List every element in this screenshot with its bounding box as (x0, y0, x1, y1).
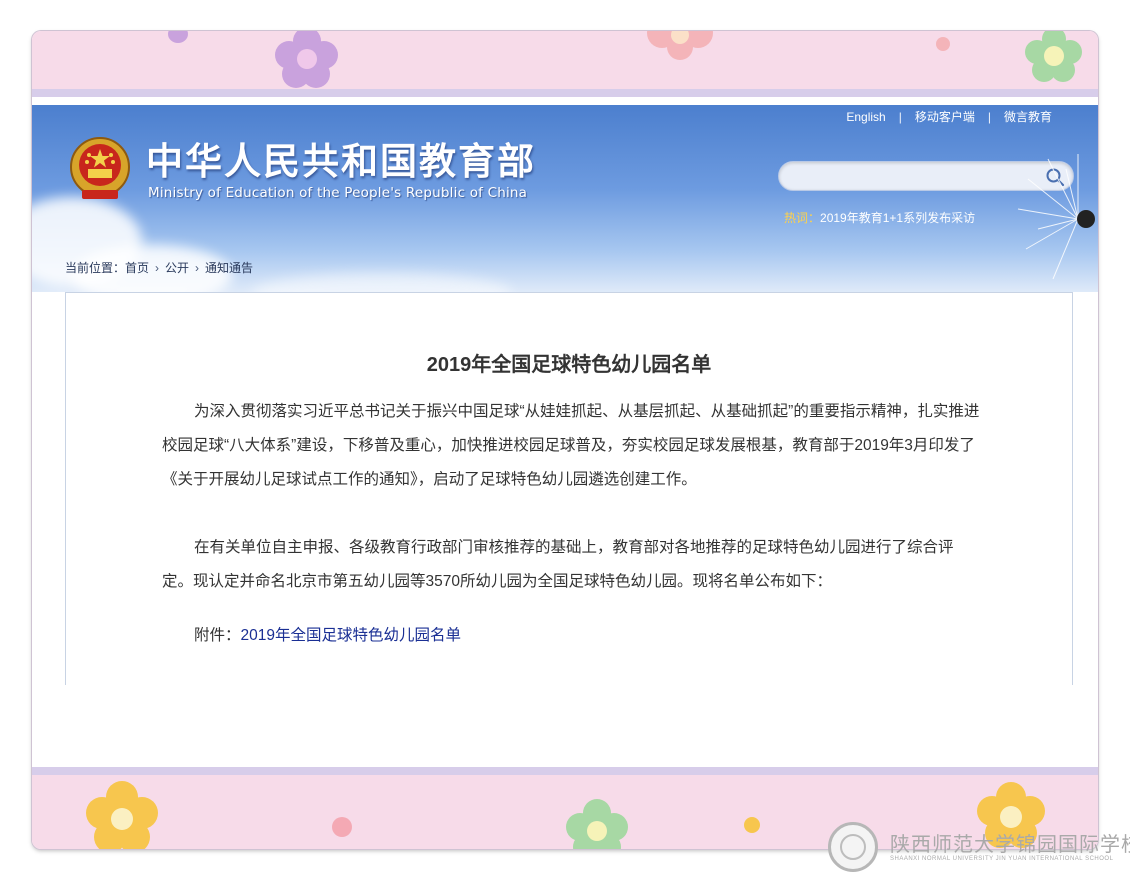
flower-decoration (1025, 31, 1082, 82)
site-subtitle: Ministry of Education of the People's Re… (148, 185, 528, 201)
hot-words-link[interactable]: 2019年教育1+1系列发布采访 (820, 211, 975, 225)
site-title: 中华人民共和国教育部 (146, 140, 536, 183)
chevron-right-icon: › (195, 261, 200, 275)
school-name: 陕西师范大学锦园国际学校 (890, 832, 1130, 856)
hot-words: 热词：2019年教育1+1系列发布采访 (784, 209, 975, 226)
school-watermark: 陕西师范大学锦园国际学校 SHAANXI NORMAL UNIVERSITY J… (828, 820, 1130, 874)
link-weiyan-education[interactable]: 微言教育 (1004, 108, 1052, 125)
flower-decoration (86, 781, 158, 849)
link-mobile-client[interactable]: 移动客户端 (915, 108, 975, 125)
search-input[interactable] (791, 166, 1031, 186)
top-stripe (32, 89, 1098, 97)
top-decoration (32, 31, 1098, 97)
breadcrumb-item-notices[interactable]: 通知通告 (205, 261, 253, 275)
bottom-stripe (32, 767, 1098, 775)
article-body: 为深入贯彻落实习近平总书记关于振兴中国足球“从娃娃抓起、从基层抓起、从基础抓起”… (162, 395, 982, 599)
hot-words-label: 热词： (784, 211, 821, 225)
article-panel: 2019年全国足球特色幼儿园名单 为深入贯彻落实习近平总书记关于振兴中国足球“从… (65, 292, 1073, 685)
breadcrumb-prefix: 当前位置： (65, 261, 126, 275)
breadcrumb-item-home[interactable]: 首页 (125, 261, 149, 275)
article-paragraph: 为深入贯彻落实习近平总书记关于振兴中国足球“从娃娃抓起、从基层抓起、从基础抓起”… (162, 403, 980, 488)
flower-decoration (566, 799, 628, 849)
national-emblem-icon (70, 137, 130, 199)
page-frame: 中华人民共和国教育部 Ministry of Education of the … (32, 31, 1098, 849)
dot-decoration (936, 37, 950, 51)
school-seal-icon (828, 822, 878, 872)
breadcrumb-item-public[interactable]: 公开 (165, 261, 189, 275)
cloud-decoration (252, 273, 512, 292)
dot-decoration (168, 31, 188, 43)
article-paragraph: 在有关单位自主申报、各级教育行政部门审核推荐的基础上，教育部对各地推荐的足球特色… (162, 539, 954, 590)
site-banner: 中华人民共和国教育部 Ministry of Education of the … (32, 105, 1098, 292)
article-title: 2019年全国足球特色幼儿园名单 (426, 354, 712, 376)
attachment-label: 附件： (194, 627, 241, 644)
school-name-en: SHAANXI NORMAL UNIVERSITY JIN YUAN INTER… (890, 856, 1114, 862)
breadcrumb: 当前位置：首页 › 公开 › 通知通告 (65, 259, 253, 276)
chevron-right-icon: › (155, 261, 160, 275)
flower-decoration (275, 31, 338, 88)
attachment-link[interactable]: 2019年全国足球特色幼儿园名单 (241, 627, 461, 644)
link-separator: | (987, 109, 991, 124)
dot-decoration (744, 817, 760, 833)
flower-decoration (647, 31, 713, 60)
link-separator: | (898, 109, 902, 124)
attachment: 附件：2019年全国足球特色幼儿园名单 (194, 623, 461, 645)
link-english[interactable]: English (846, 110, 885, 124)
top-links: English | 移动客户端 | 微言教育 (846, 108, 1052, 125)
dandelion-decoration (1017, 154, 1095, 280)
dot-decoration (332, 817, 352, 837)
